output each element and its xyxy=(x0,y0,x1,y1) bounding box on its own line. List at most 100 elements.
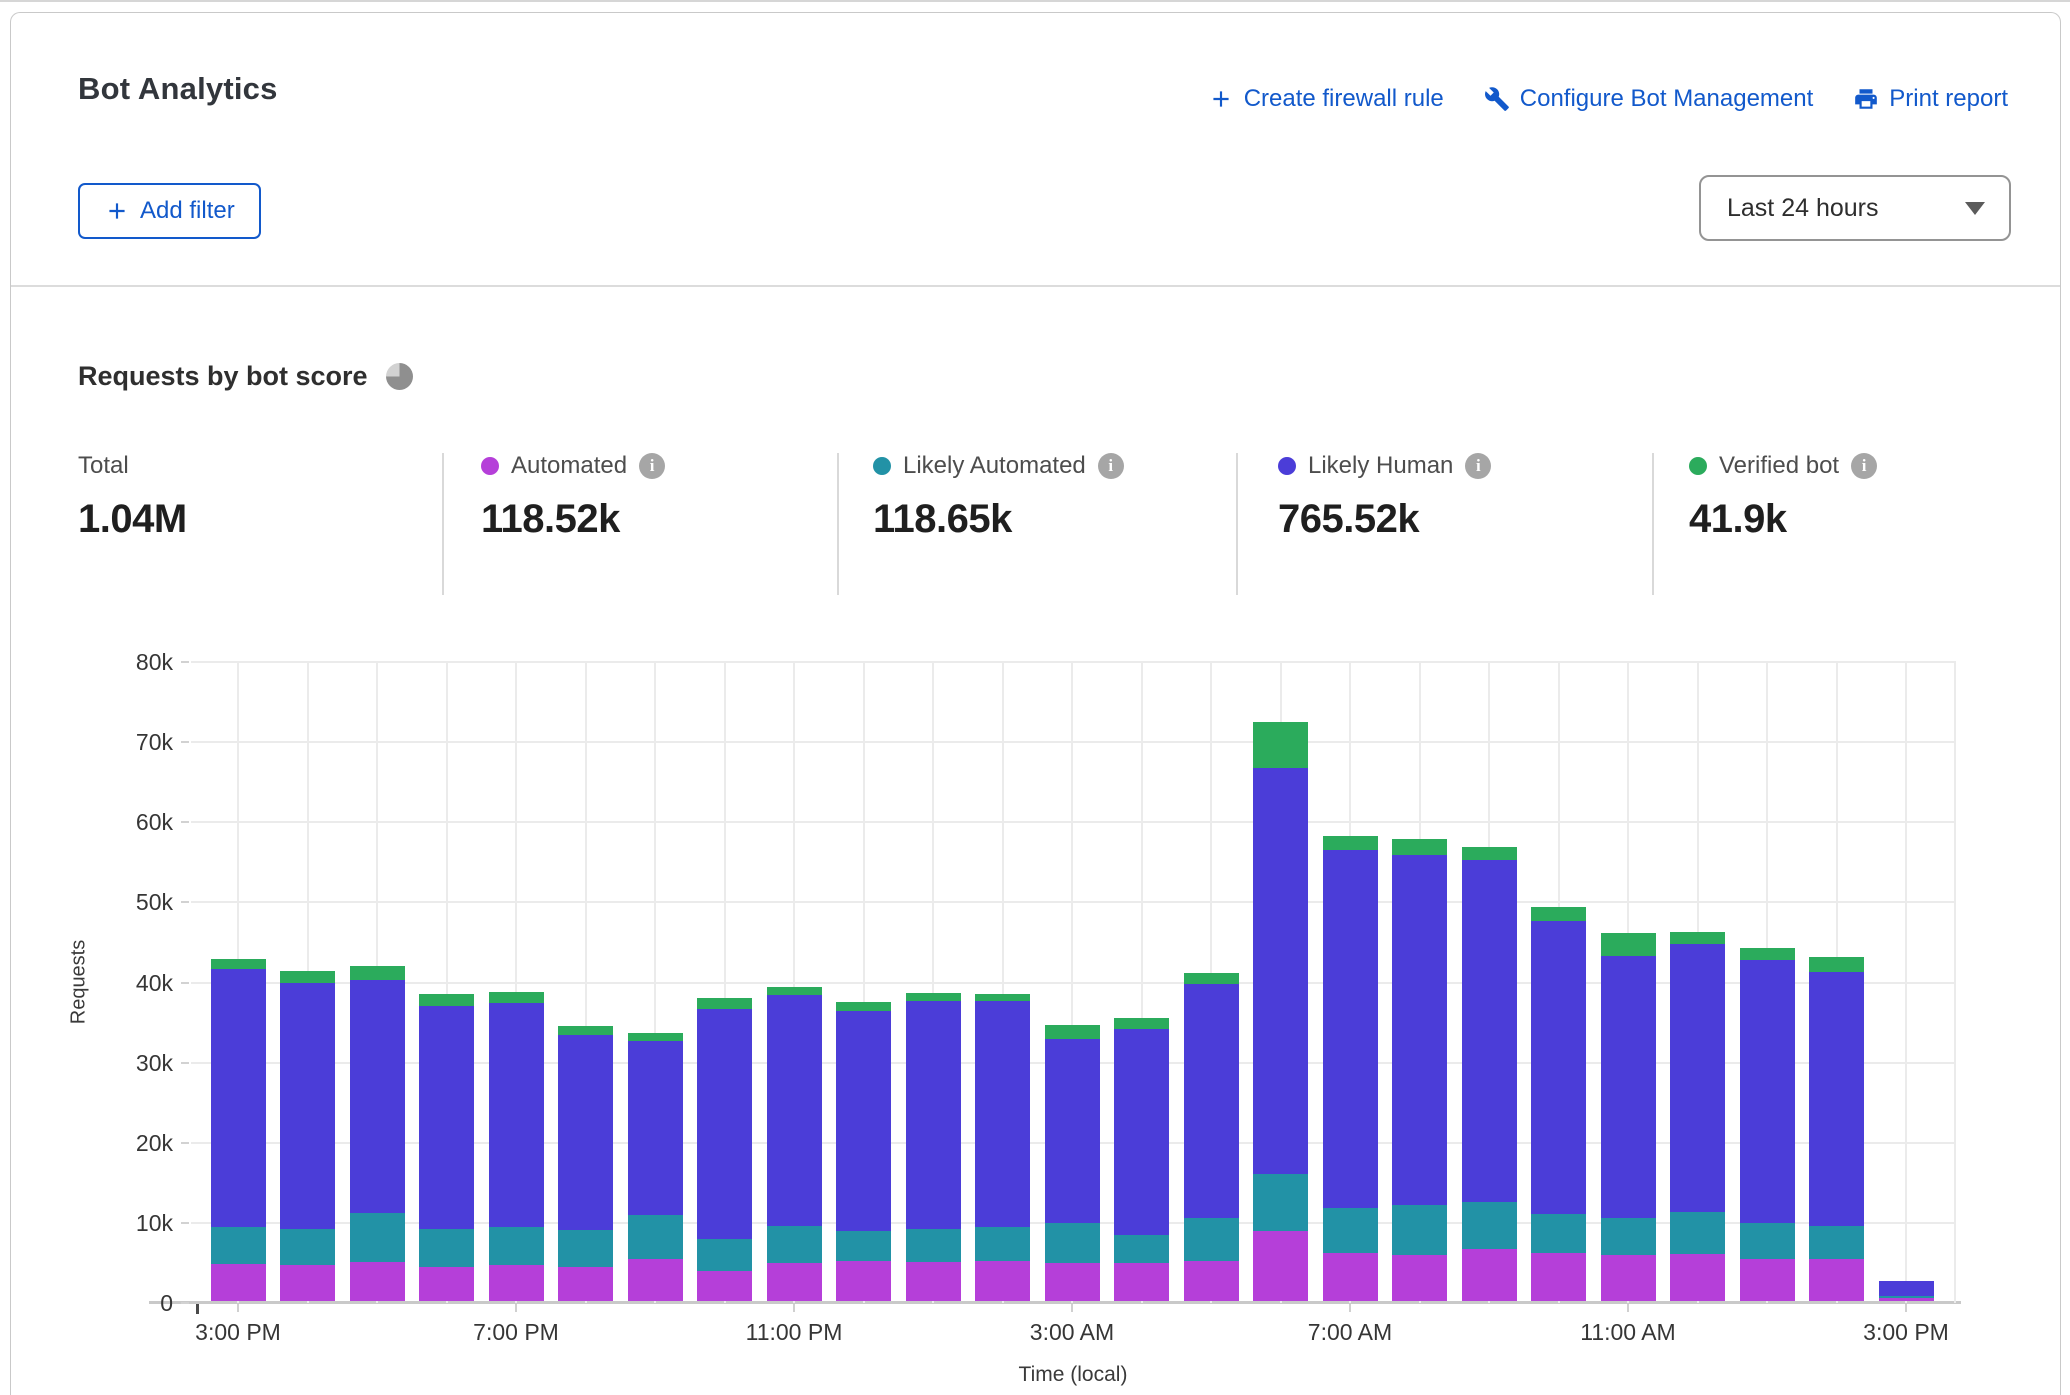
configure-bot-management-link[interactable]: Configure Bot Management xyxy=(1484,85,1814,113)
stacked-bar xyxy=(628,1033,683,1301)
plot-area xyxy=(191,662,1956,1303)
bar-segment-likely-human xyxy=(767,995,822,1227)
bar-segment-likely-automated xyxy=(1531,1214,1586,1253)
time-range-value: Last 24 hours xyxy=(1727,194,1879,223)
stacked-bar xyxy=(1601,933,1656,1301)
bar-segment-automated xyxy=(975,1261,1030,1301)
time-range-select[interactable]: Last 24 hours xyxy=(1699,175,2011,241)
create-firewall-rule-link[interactable]: Create firewall rule xyxy=(1208,85,1444,113)
caret-down-icon xyxy=(1965,202,1985,215)
bar-segment-likely-automated xyxy=(767,1226,822,1263)
stat-likely-human-value: 765.52k xyxy=(1278,497,1491,542)
bar-segment-verified-bot xyxy=(489,992,544,1003)
header-actions: Create firewall rule Configure Bot Manag… xyxy=(1208,85,2008,113)
bar-segment-likely-automated xyxy=(558,1230,613,1267)
x-tick-label: 3:00 PM xyxy=(138,1319,338,1346)
bar-segment-likely-human xyxy=(211,969,266,1227)
stat-likely-human-label: Likely Human xyxy=(1308,452,1453,480)
bar-segment-likely-human xyxy=(975,1001,1030,1227)
stacked-bar xyxy=(419,994,474,1301)
legend-dot-likely-automated xyxy=(873,457,891,475)
x-tick-mark xyxy=(1905,1303,1907,1312)
x-tick-label: 7:00 PM xyxy=(416,1319,616,1346)
stacked-bar xyxy=(1809,957,1864,1301)
stat-likely-human: Likely Human 765.52k xyxy=(1278,451,1491,542)
y-tick-label: 30k xyxy=(93,1049,173,1077)
stacked-bar xyxy=(558,1026,613,1301)
bar-segment-verified-bot xyxy=(1531,907,1586,921)
bar-segment-automated xyxy=(1462,1249,1517,1301)
x-tick-mark xyxy=(1627,1303,1629,1312)
bar-segment-automated xyxy=(1045,1263,1100,1302)
bar-segment-verified-bot xyxy=(1114,1018,1169,1029)
bar-segment-likely-human xyxy=(489,1003,544,1227)
stat-total-value: 1.04M xyxy=(78,497,187,542)
stacked-bar xyxy=(1323,836,1378,1301)
bar-segment-automated xyxy=(1184,1261,1239,1301)
section-title: Requests by bot score xyxy=(78,361,368,392)
plus-icon xyxy=(1208,86,1234,112)
y-tick-label: 20k xyxy=(93,1129,173,1157)
bar-segment-likely-human xyxy=(1184,984,1239,1218)
bar-segment-automated xyxy=(1740,1259,1795,1302)
stat-verified-bot-value: 41.9k xyxy=(1689,497,1877,542)
bar-segment-automated xyxy=(628,1259,683,1302)
bar-segment-likely-automated xyxy=(1392,1205,1447,1255)
print-report-link[interactable]: Print report xyxy=(1853,85,2008,113)
stacked-bar xyxy=(350,966,405,1301)
horizontal-gridline xyxy=(191,661,1956,663)
bar-segment-verified-bot xyxy=(1809,957,1864,971)
x-tick-label: 11:00 AM xyxy=(1528,1319,1728,1346)
section-title-row: Requests by bot score xyxy=(78,361,413,392)
x-tick-mark xyxy=(515,1303,517,1312)
bar-segment-likely-automated xyxy=(1114,1235,1169,1262)
y-axis-title: Requests xyxy=(68,940,91,1025)
x-axis-title: Time (local) xyxy=(1019,1363,1128,1387)
bar-segment-likely-human xyxy=(1392,855,1447,1205)
bar-segment-likely-automated xyxy=(489,1227,544,1265)
add-filter-button[interactable]: Add filter xyxy=(78,183,261,239)
stacked-bar xyxy=(1740,948,1795,1301)
stat-automated-value: 118.52k xyxy=(481,497,665,542)
bar-segment-likely-automated xyxy=(1045,1223,1100,1262)
stacked-bar xyxy=(1462,847,1517,1301)
bar-segment-verified-bot xyxy=(1392,839,1447,855)
info-icon[interactable] xyxy=(1098,453,1124,479)
axis-corner-tick xyxy=(196,1303,199,1314)
bar-segment-automated xyxy=(767,1263,822,1301)
stat-verified-bot: Verified bot 41.9k xyxy=(1689,451,1877,542)
bar-segment-likely-automated xyxy=(1601,1218,1656,1255)
bar-segment-likely-human xyxy=(1670,944,1725,1212)
page-top-border xyxy=(0,0,2070,2)
bar-segment-likely-automated xyxy=(906,1229,961,1262)
bar-segment-likely-automated xyxy=(280,1229,335,1265)
bar-segment-likely-human xyxy=(350,980,405,1213)
bar-segment-automated xyxy=(558,1267,613,1301)
bar-segment-likely-human xyxy=(1253,768,1308,1174)
stacked-bar xyxy=(975,994,1030,1301)
bar-segment-verified-bot xyxy=(1740,948,1795,961)
info-icon[interactable] xyxy=(639,453,665,479)
info-icon[interactable] xyxy=(1465,453,1491,479)
stat-likely-automated-label: Likely Automated xyxy=(903,452,1086,480)
bar-segment-automated xyxy=(350,1262,405,1301)
stat-verified-bot-label: Verified bot xyxy=(1719,452,1839,480)
x-tick-mark xyxy=(793,1303,795,1312)
add-filter-label: Add filter xyxy=(140,197,235,225)
bar-segment-automated xyxy=(1253,1231,1308,1302)
legend-dot-verified-bot xyxy=(1689,457,1707,475)
bar-segment-automated xyxy=(419,1267,474,1302)
x-tick-mark xyxy=(237,1303,239,1312)
y-tick-mark xyxy=(181,1222,189,1224)
bar-segment-likely-human xyxy=(836,1011,891,1231)
legend-dot-likely-human xyxy=(1278,457,1296,475)
bar-segment-automated xyxy=(1531,1253,1586,1301)
bar-segment-likely-human xyxy=(419,1006,474,1229)
stat-automated-label: Automated xyxy=(511,452,627,480)
x-tick-mark xyxy=(1349,1303,1351,1312)
bar-segment-likely-human xyxy=(1114,1029,1169,1235)
bar-segment-automated xyxy=(836,1261,891,1301)
requests-chart: Requests Time (local) 010k20k30k40k50k60… xyxy=(11,662,2060,1395)
plus-icon xyxy=(104,198,130,224)
info-icon[interactable] xyxy=(1851,453,1877,479)
